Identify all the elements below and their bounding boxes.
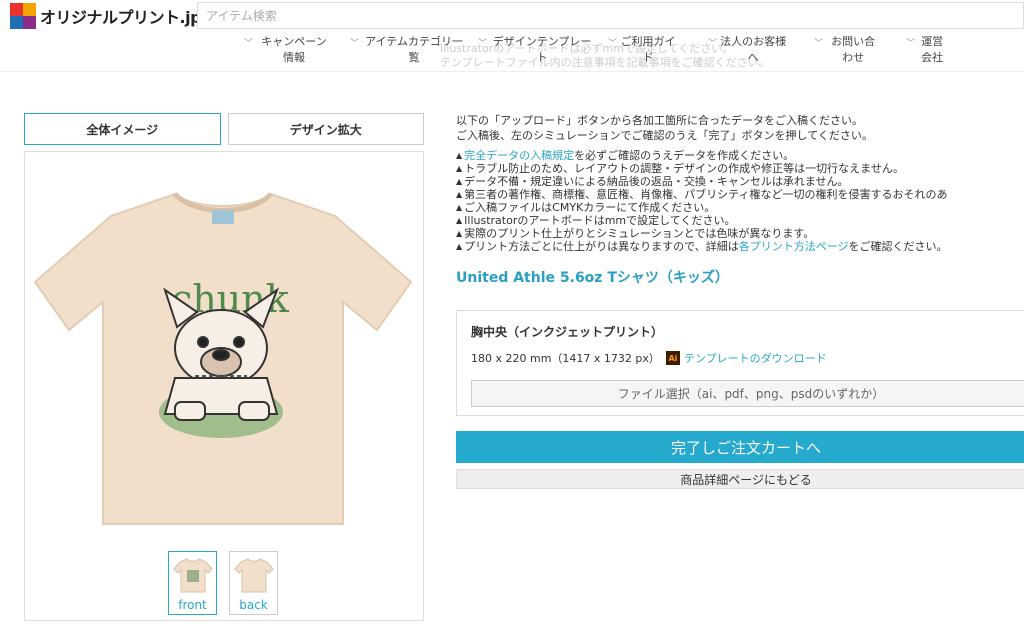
- file-select-button[interactable]: ファイル選択（ai、pdf、png、psdのいずれか）: [471, 380, 1024, 407]
- nav-item-corporate[interactable]: ﹀ 法人のお客様へ: [708, 34, 786, 70]
- chevron-down-icon: ﹀: [478, 39, 488, 49]
- print-spec-box: 胸中央（インクジェットプリント） 180 x 220 mm（1417 x 173…: [456, 310, 1024, 416]
- nav-item-contact[interactable]: ﹀ お問い合わせ: [814, 34, 880, 70]
- thumb-back[interactable]: back: [229, 551, 278, 615]
- print-size: 180 x 220 mm（1417 x 1732 px）: [471, 352, 660, 365]
- triangle-icon: ▲: [456, 242, 463, 251]
- logo[interactable]: オリジナルプリント.jp: [10, 2, 202, 30]
- tshirt-back-icon: [233, 558, 274, 593]
- logo-text: オリジナルプリント.jp: [40, 8, 202, 27]
- tab-overall[interactable]: 全体イメージ: [24, 113, 221, 145]
- triangle-icon: ▲: [456, 229, 463, 238]
- chevron-down-icon: ﹀: [244, 39, 254, 49]
- triangle-icon: ▲: [456, 216, 463, 225]
- triangle-icon: ▲: [456, 203, 463, 212]
- nav-item-company[interactable]: ﹀ 運営会社: [906, 34, 946, 70]
- note-item: ▲ 第三者の著作権、商標権、意匠権、肖像権、パブリシティ権など一切の権利を侵害する…: [456, 188, 948, 201]
- triangle-icon: ▲: [456, 190, 463, 199]
- submission-rules-link[interactable]: 完全データの入稿規定: [464, 149, 574, 162]
- print-method-link[interactable]: 各プリント方法ページ: [739, 240, 849, 253]
- chevron-down-icon: ﹀: [608, 39, 618, 49]
- triangle-icon: ▲: [456, 151, 463, 160]
- tshirt-image: chunk: [33, 192, 413, 525]
- illustrator-file-icon: Ai: [665, 351, 680, 365]
- preview-tabs: 全体イメージ デザイン拡大: [24, 113, 424, 145]
- main-nav: ﹀ キャンペーン情報 ﹀ アイテムカテゴリ一覧 ﹀ デザインテンプレート ﹀ ご利用ガイ…: [244, 34, 946, 70]
- note-item: ▲ 実際のプリント仕上がりとシミュレーションとでは色味が異なります。: [456, 227, 815, 240]
- site-header: オリジナルプリント.jp Illustratorのアートボードは必ずmmで設定し…: [0, 0, 1024, 72]
- thumb-front[interactable]: front: [168, 551, 217, 615]
- nav-item-templates[interactable]: ﹀ デザインテンプレート: [478, 34, 594, 70]
- chevron-down-icon: ﹀: [350, 39, 360, 49]
- back-to-product-button[interactable]: 商品詳細ページにもどる: [456, 469, 1024, 489]
- nav-item-guide[interactable]: ﹀ ご利用ガイド: [608, 34, 676, 70]
- complete-order-button[interactable]: 完了しご注文カートへ: [456, 431, 1024, 463]
- note-item: ▲ 完全データの入稿規定 を必ずご確認のうえデータを作成ください。: [456, 149, 795, 162]
- upload-panel: 以下の「アップロード」ボタンから各加工箇所に合ったデータをご入稿ください。 ご入…: [456, 113, 1024, 489]
- triangle-icon: ▲: [456, 177, 463, 186]
- print-size-row: 180 x 220 mm（1417 x 1732 px） Ai テンプレートのダ…: [471, 350, 1021, 366]
- nav-item-categories[interactable]: ﹀ アイテムカテゴリ一覧: [350, 34, 466, 70]
- chevron-down-icon: ﹀: [814, 39, 824, 49]
- tshirt-tag: [212, 210, 234, 224]
- notes-list: ▲ 完全データの入稿規定 を必ずご確認のうえデータを作成ください。 ▲ トラブル防止の…: [456, 149, 1024, 253]
- triangle-icon: ▲: [456, 164, 463, 173]
- tshirt-front-icon: [172, 558, 213, 593]
- tab-zoom[interactable]: デザイン拡大: [227, 113, 424, 145]
- note-item: ▲ データ不備・規定違いによる納品後の返品・交換・キャンセルは承れません。: [456, 175, 849, 188]
- print-area-title: 胸中央（インクジェットプリント）: [471, 325, 664, 339]
- note-item: ▲ ご入稿ファイルはCMYKカラーにて作成ください。: [456, 201, 716, 214]
- note-item: ▲ プリント方法ごとに仕上がりは異なりますので、詳細は 各プリント方法ページ をご確認…: [456, 240, 948, 253]
- note-item: ▲ Illustratorのアートボードはmmで設定してください。: [456, 214, 736, 227]
- product-name: United Athle 5.6oz Tシャツ（キッズ）: [456, 270, 729, 286]
- search-input[interactable]: [197, 2, 1024, 29]
- chevron-down-icon: ﹀: [906, 39, 916, 49]
- nav-item-campaign[interactable]: ﹀ キャンペーン情報: [244, 34, 332, 70]
- note-item: ▲ トラブル防止のため、レイアウトの調整・デザインの作成や修正等は一切行なえません…: [456, 162, 904, 175]
- chevron-down-icon: ﹀: [708, 39, 718, 49]
- template-download-link[interactable]: テンプレートのダウンロード: [684, 350, 827, 366]
- thumb-front-label: front: [178, 598, 207, 612]
- thumb-back-label: back: [239, 598, 268, 612]
- logo-mark-icon: [10, 3, 36, 29]
- view-thumbnails: front back: [168, 551, 278, 615]
- instruction-intro: 以下の「アップロード」ボタンから各加工箇所に合ったデータをご入稿ください。 ご入…: [456, 114, 873, 142]
